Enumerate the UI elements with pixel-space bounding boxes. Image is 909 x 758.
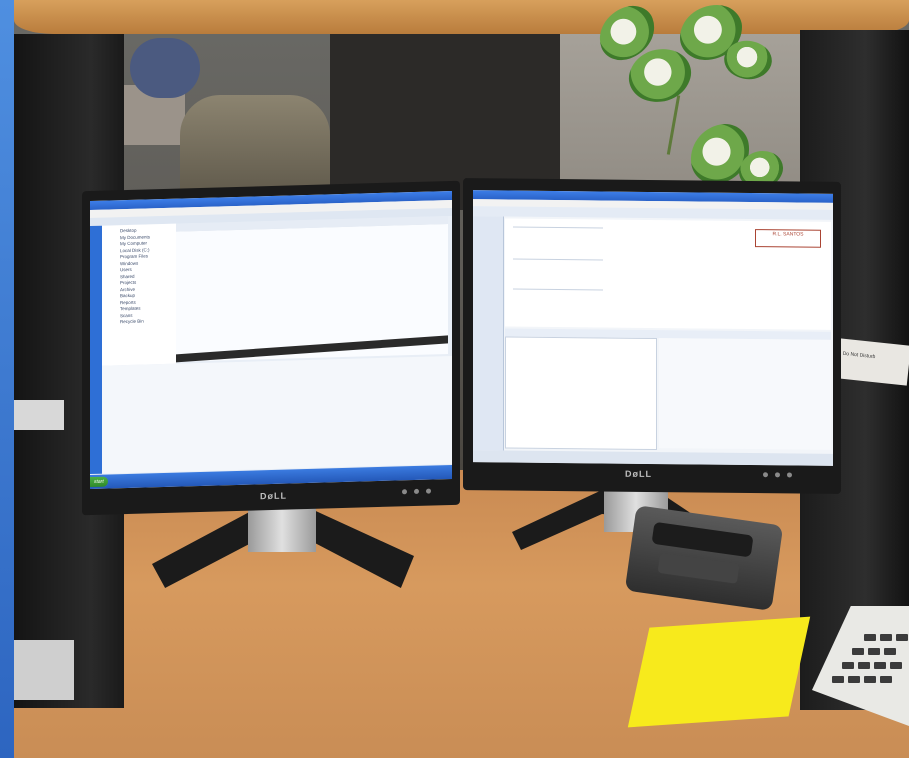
right-monitor: R.L. SANTOS DøLL (463, 178, 841, 494)
calc-key[interactable] (842, 662, 854, 669)
phone-display (657, 552, 740, 584)
calc-key[interactable] (832, 676, 844, 683)
dell-logo: DøLL (625, 468, 652, 479)
status-bar (473, 450, 833, 466)
calc-key[interactable] (880, 634, 892, 641)
form-rule (513, 288, 603, 291)
left-screen: Desktop My Documents My Computer Local D… (90, 190, 452, 490)
calc-key[interactable] (858, 662, 870, 669)
button-led[interactable] (763, 472, 768, 478)
dell-logo: DøLL (260, 490, 287, 502)
phone-handset[interactable] (651, 521, 754, 558)
calc-key[interactable] (884, 648, 896, 655)
company-logo: R.L. SANTOS (755, 229, 821, 248)
button-led[interactable] (402, 489, 407, 495)
button-led[interactable] (787, 472, 792, 478)
calc-key[interactable] (864, 634, 876, 641)
left-cabinet-paper (14, 400, 64, 430)
office-desk-scene: Do Not Disturb Desktop My Documents My C… (0, 0, 909, 758)
left-monitor: Desktop My Documents My Computer Local D… (82, 180, 460, 516)
calc-key[interactable] (896, 634, 908, 641)
blue-chair (130, 38, 200, 98)
button-led[interactable] (775, 472, 780, 478)
nav-pane (473, 216, 504, 451)
calc-key[interactable] (890, 662, 902, 669)
folder-tree: Desktop My Documents My Computer Local D… (102, 223, 176, 366)
calc-key[interactable] (880, 676, 892, 683)
cabinet-label: Do Not Disturb (836, 338, 909, 386)
sticky-note (627, 616, 811, 728)
calc-key[interactable] (874, 662, 886, 669)
button-led[interactable] (414, 488, 419, 495)
overhead-shelf (14, 0, 909, 34)
form-rule (513, 226, 603, 229)
calc-key[interactable] (868, 648, 880, 655)
right-screen: R.L. SANTOS (473, 190, 833, 466)
empty-area (102, 355, 452, 474)
tree-list: Desktop My Documents My Computer Local D… (102, 224, 176, 327)
contact-form: R.L. SANTOS (505, 218, 831, 330)
tree-item[interactable]: Recycle Bin (120, 318, 176, 326)
details-side (659, 338, 831, 450)
form-rule (513, 258, 603, 261)
left-cabinet-paper (14, 640, 74, 700)
calc-key[interactable] (852, 648, 864, 655)
details-grid (505, 336, 657, 451)
calc-key[interactable] (864, 676, 876, 683)
left-blue-border (0, 0, 14, 758)
button-led[interactable] (426, 488, 431, 494)
calc-key[interactable] (848, 676, 860, 683)
side-strip (90, 225, 102, 475)
cabinet-label-text: Do Not Disturb (842, 350, 876, 361)
start-button[interactable]: start (90, 476, 108, 488)
